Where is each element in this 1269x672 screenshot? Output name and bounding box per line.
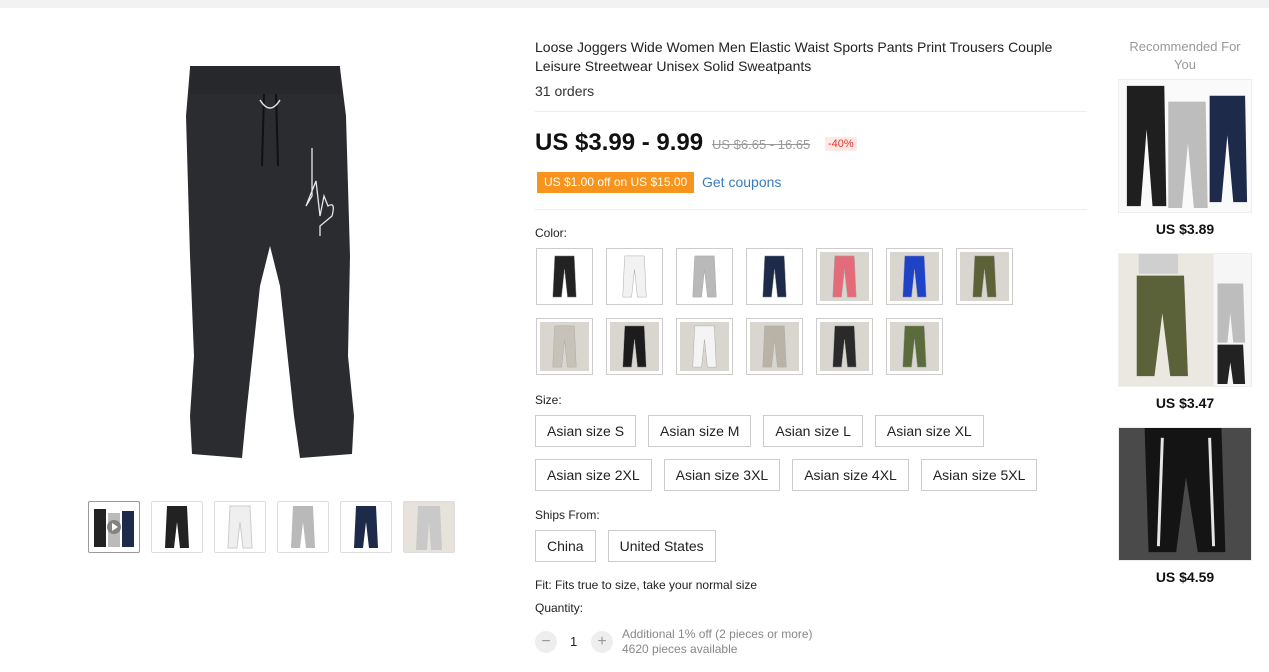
size-options: Asian size S Asian size M Asian size L Asia… (535, 415, 1055, 491)
color-swatch-blue[interactable] (886, 248, 943, 305)
play-icon[interactable] (107, 520, 121, 534)
color-swatch-black-2[interactable] (606, 318, 663, 375)
ships-from-option[interactable]: United States (607, 530, 716, 562)
stock-available: 4620 pieces available (622, 642, 738, 656)
main-product-image[interactable] (160, 56, 380, 472)
quantity-label: Quantity: (535, 601, 584, 615)
ships-from-option[interactable]: China (535, 530, 596, 562)
recommended-price: US $3.89 (1155, 221, 1215, 237)
get-coupons-link[interactable]: Get coupons (702, 174, 781, 190)
thumbnail-gray[interactable] (277, 501, 329, 553)
recommended-image[interactable] (1118, 79, 1252, 213)
divider (535, 111, 1087, 112)
recommended-price: US $3.47 (1155, 395, 1215, 411)
thumbnail-navy[interactable] (340, 501, 392, 553)
top-strip (0, 0, 1269, 8)
thumbnail-black[interactable] (151, 501, 203, 553)
ships-from-label: Ships From: (535, 508, 600, 522)
recommended-title: Recommended For You (1129, 39, 1241, 72)
size-option[interactable]: Asian size XL (874, 415, 984, 447)
recommended-image[interactable] (1118, 427, 1252, 561)
size-option[interactable]: Asian size M (648, 415, 752, 447)
color-swatch-navy[interactable] (746, 248, 803, 305)
color-label: Color: (535, 226, 568, 240)
original-price: US $6.65 - 16.65 (712, 137, 811, 152)
thumbnail-video[interactable] (88, 501, 140, 553)
product-title: Loose Joggers Wide Women Men Elastic Wai… (535, 39, 1053, 74)
color-swatch-black[interactable] (536, 248, 593, 305)
color-swatch-light-gray[interactable] (536, 318, 593, 375)
quantity-value[interactable]: 1 (570, 634, 577, 649)
size-option[interactable]: Asian size S (535, 415, 637, 447)
color-swatch-white-2[interactable] (676, 318, 733, 375)
recommended-item[interactable]: US $3.47 (1118, 253, 1252, 411)
thumbnail-strip (88, 501, 455, 553)
color-swatches (536, 248, 1026, 375)
ships-from-options: China United States (535, 530, 716, 562)
color-swatch-black-3[interactable] (816, 318, 873, 375)
color-swatch-gray[interactable] (676, 248, 733, 305)
coupon-badge: US $1.00 off on US $15.00 (537, 172, 695, 193)
price-range: US $3.99 - 9.99 (535, 129, 704, 156)
recommended-image[interactable] (1118, 253, 1252, 387)
divider (535, 209, 1087, 210)
color-swatch-army-green[interactable] (956, 248, 1013, 305)
recommended-item[interactable]: US $3.89 (1118, 79, 1252, 237)
size-option[interactable]: Asian size 5XL (920, 459, 1038, 491)
fit-note: Fit: Fits true to size, take your normal… (535, 578, 758, 592)
size-option[interactable]: Asian size L (763, 415, 863, 447)
size-label: Size: (535, 393, 562, 407)
discount-badge: -40% (825, 137, 857, 151)
quantity-decrease-button[interactable]: − (535, 631, 557, 653)
color-swatch-white[interactable] (606, 248, 663, 305)
color-swatch-khaki-gray[interactable] (746, 318, 803, 375)
color-swatch-pink[interactable] (816, 248, 873, 305)
recommended-price: US $4.59 (1155, 569, 1215, 585)
color-swatch-olive[interactable] (886, 318, 943, 375)
size-option[interactable]: Asian size 3XL (663, 459, 781, 491)
thumbnail-white[interactable] (214, 501, 266, 553)
size-option[interactable]: Asian size 4XL (792, 459, 909, 491)
thumbnail-model[interactable] (403, 501, 455, 553)
quantity-note: Additional 1% off (2 pieces or more) 462… (622, 627, 813, 657)
bulk-discount-note: Additional 1% off (2 pieces or more) (622, 627, 813, 641)
orders-count: 31 orders (535, 83, 595, 99)
size-option[interactable]: Asian size 2XL (535, 459, 652, 491)
recommended-item[interactable]: US $4.59 (1118, 427, 1252, 585)
quantity-increase-button[interactable]: + (591, 631, 613, 653)
